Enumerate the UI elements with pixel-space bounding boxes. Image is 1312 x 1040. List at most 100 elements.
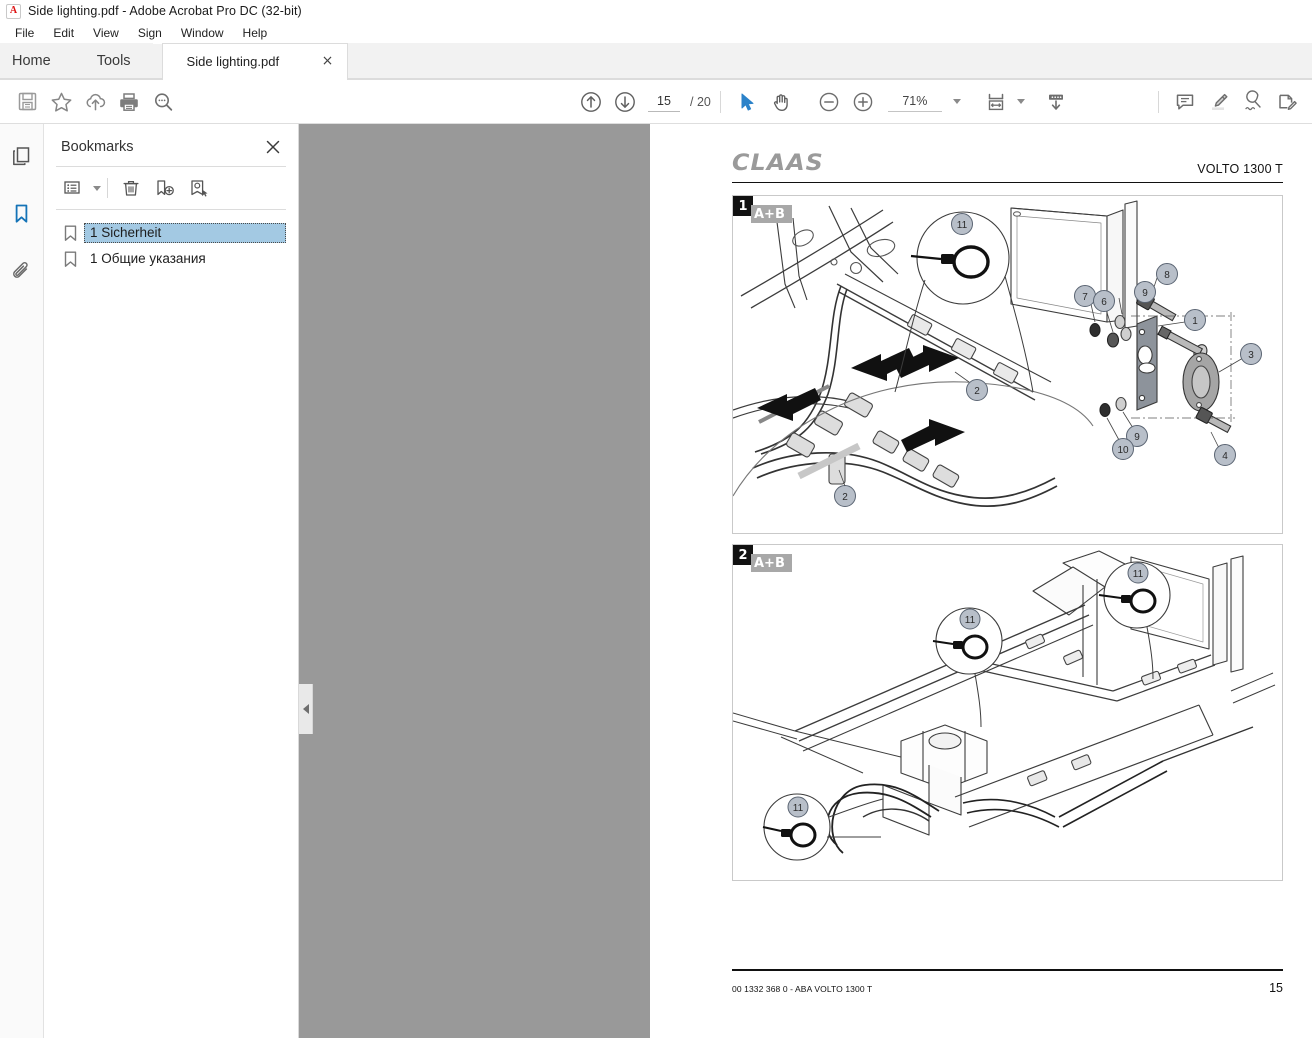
menu-window[interactable]: Window: [172, 25, 234, 42]
page-scroll-icon[interactable]: [1039, 86, 1073, 118]
bookmark-options-icon[interactable]: [58, 175, 88, 201]
cloud-upload-icon[interactable]: [78, 86, 112, 118]
fit-page-icon[interactable]: [979, 86, 1013, 118]
title-bar: A Side lighting.pdf - Adobe Acrobat Pro …: [0, 0, 1312, 22]
svg-text:9: 9: [1134, 432, 1140, 443]
svg-text:4: 4: [1222, 451, 1228, 462]
search-icon[interactable]: [146, 86, 180, 118]
previous-page-icon[interactable]: [574, 86, 608, 118]
close-panel-icon[interactable]: [264, 138, 282, 156]
print-icon[interactable]: [112, 86, 146, 118]
model-name: VOLTO 1300 T: [1197, 162, 1283, 176]
menu-bar: File Edit View Sign Window Help: [0, 22, 1312, 44]
viewer-background: [299, 124, 650, 1038]
toolbar-divider-right: [1158, 90, 1159, 113]
menu-help[interactable]: Help: [234, 25, 278, 42]
page-navigator: / 20: [648, 91, 711, 112]
footer-rule: [732, 969, 1283, 971]
figure-1-variant: A+B: [751, 205, 792, 224]
bookmark-target-icon[interactable]: [184, 175, 214, 201]
svg-text:3: 3: [1248, 350, 1254, 361]
tab-document-label: Side lighting.pdf: [186, 54, 280, 69]
tab-document[interactable]: Side lighting.pdf ×: [161, 43, 348, 80]
pdf-viewer[interactable]: CLAAS VOLTO 1300 T 1 A+B 11 7 6 9 8 1 3 …: [299, 124, 1312, 1038]
header-rule: [732, 182, 1283, 184]
svg-text:11: 11: [965, 615, 976, 626]
svg-text:8: 8: [1164, 270, 1170, 281]
svg-text:2: 2: [974, 386, 980, 397]
pdf-page: CLAAS VOLTO 1300 T 1 A+B 11 7 6 9 8 1 3 …: [650, 124, 1312, 1038]
highlight-icon[interactable]: [1202, 86, 1236, 118]
collapse-panel-button[interactable]: [299, 684, 313, 734]
menu-sign[interactable]: Sign: [129, 25, 172, 42]
save-icon[interactable]: [10, 86, 44, 118]
zoom-level-input[interactable]: [887, 91, 942, 112]
toolbar-center-group: / 20: [574, 86, 1073, 118]
bookmark-item-label: 1 Sicherheit: [84, 223, 286, 243]
bookmark-options-chevron-icon[interactable]: [93, 185, 101, 191]
select-cursor-icon[interactable]: [730, 86, 764, 118]
bookmarks-panel-title: Bookmarks: [61, 139, 134, 155]
acrobat-window: A Side lighting.pdf - Adobe Acrobat Pro …: [0, 0, 1312, 1040]
claas-logo: CLAAS: [732, 151, 824, 176]
page-thumbnails-icon[interactable]: [5, 138, 39, 172]
acrobat-icon: A: [6, 3, 21, 19]
svg-text:7: 7: [1082, 292, 1088, 303]
chevron-down-icon[interactable]: [952, 99, 961, 104]
new-bookmark-icon[interactable]: [150, 175, 180, 201]
tab-home[interactable]: Home: [0, 43, 75, 79]
delete-bookmark-icon[interactable]: [116, 175, 146, 201]
sign-icon[interactable]: [1236, 86, 1270, 118]
menu-edit[interactable]: Edit: [44, 25, 84, 42]
hand-icon[interactable]: [764, 86, 798, 118]
zoom-control: [887, 91, 967, 112]
tab-tools[interactable]: Tools: [74, 43, 153, 79]
application-body: Bookmarks 1 Sicherheit 1 Общие указания …: [0, 124, 1312, 1038]
document-code: 00 1332 368 0 - ABA VOLTO 1300 T: [732, 983, 873, 994]
svg-text:11: 11: [1133, 569, 1144, 580]
menu-file[interactable]: File: [6, 25, 44, 42]
svg-text:1: 1: [1192, 316, 1198, 327]
figure-1-drawing: 11 7 6 9 8 1 3 9 10 4 2 2: [733, 200, 1262, 508]
svg-text:11: 11: [793, 803, 804, 814]
window-title: Side lighting.pdf - Adobe Acrobat Pro DC…: [28, 4, 302, 18]
close-icon[interactable]: ×: [320, 54, 336, 70]
bookmark-item-icon: [60, 225, 80, 242]
navigation-rail: [0, 124, 44, 1038]
figure-1-callout-11: 11: [957, 220, 968, 231]
star-icon[interactable]: [44, 86, 78, 118]
svg-text:2: 2: [842, 492, 848, 503]
figure-2-drawing: 11 11 11: [733, 550, 1276, 861]
svg-text:9: 9: [1142, 288, 1148, 299]
bookmarks-icon[interactable]: [5, 196, 39, 230]
bookmarks-list: 1 Sicherheit 1 Общие указания: [44, 210, 298, 272]
attachments-icon[interactable]: [5, 254, 39, 288]
figure-1-badge: 1 A+B: [733, 196, 792, 224]
figure-1: 1 A+B 11 7 6 9 8 1 3 9 10 4 2 2: [732, 195, 1283, 535]
comment-icon[interactable]: [1168, 86, 1202, 118]
bookmark-item-sicherheit[interactable]: 1 Sicherheit: [44, 220, 298, 246]
zoom-in-icon[interactable]: [846, 86, 880, 118]
bookmark-item-obshie-ukazaniya[interactable]: 1 Общие указания: [44, 246, 298, 272]
bookmarks-panel: Bookmarks 1 Sicherheit 1 Общие указания: [44, 124, 299, 1038]
bookmarks-panel-header: Bookmarks: [44, 124, 298, 166]
zoom-out-icon[interactable]: [812, 86, 846, 118]
menu-view[interactable]: View: [84, 25, 129, 42]
next-page-icon[interactable]: [608, 86, 642, 118]
figure-2-badge: 2 A+B: [733, 545, 792, 573]
toolbar-right-group: [1149, 86, 1304, 118]
fill-and-sign-icon[interactable]: [1270, 86, 1304, 118]
page-number-input[interactable]: [648, 91, 680, 112]
bookmark-item-label: 1 Общие указания: [90, 251, 206, 266]
page-footer: 00 1332 368 0 - ABA VOLTO 1300 T 15: [732, 981, 1283, 995]
main-toolbar: / 20: [0, 80, 1312, 124]
tab-strip: Home Tools Side lighting.pdf ×: [0, 43, 1312, 80]
svg-text:10: 10: [1117, 445, 1129, 456]
page-content: CLAAS VOLTO 1300 T 1 A+B 11 7 6 9 8 1 3 …: [732, 142, 1283, 995]
toolbar-divider: [719, 90, 721, 113]
fit-page-chevron-icon[interactable]: [1016, 99, 1025, 104]
bookmarks-toolbar: [44, 167, 298, 209]
figure-2-number: 2: [733, 545, 753, 566]
toolbar-left-group: [0, 86, 180, 118]
figure-2: 2 A+B 11 11 11: [732, 544, 1283, 882]
